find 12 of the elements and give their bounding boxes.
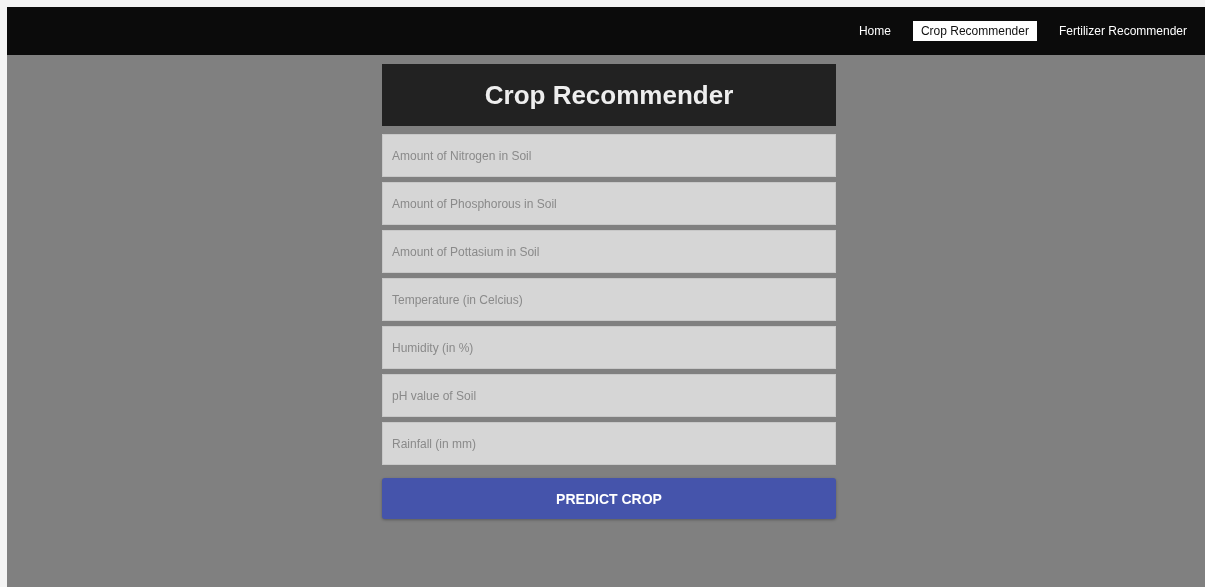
form-title: Crop Recommender [382, 64, 836, 126]
nav-link[interactable]: Home [850, 21, 899, 41]
nav-link[interactable]: Fertilizer Recommender [1050, 21, 1195, 41]
predict-button[interactable]: PREDICT CROP [382, 478, 836, 519]
nav-link[interactable]: Crop Recommender [912, 21, 1037, 41]
input-field[interactable]: Rainfall (in mm) [382, 422, 836, 465]
input-field[interactable]: Temperature (in Celcius) [382, 278, 836, 321]
input-field[interactable]: pH value of Soil [382, 374, 836, 417]
input-field[interactable]: Amount of Phosphorous in Soil [382, 182, 836, 225]
input-field[interactable]: Amount of Nitrogen in Soil [382, 134, 836, 177]
input-field[interactable]: Humidity (in %) [382, 326, 836, 369]
input-field[interactable]: Amount of Pottasium in Soil [382, 230, 836, 273]
